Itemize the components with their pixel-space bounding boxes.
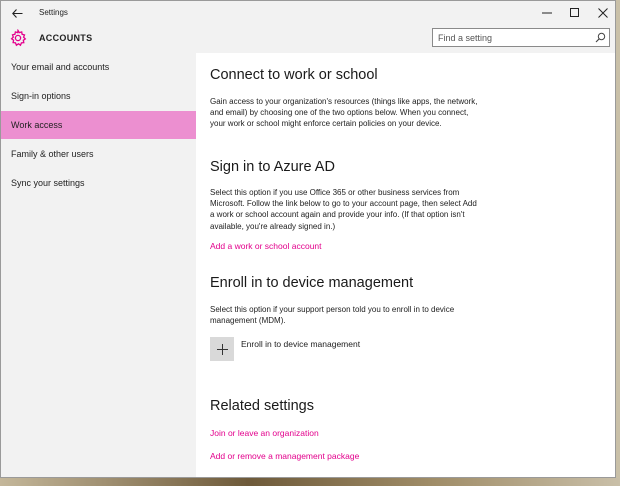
desktop-background-bottom — [0, 478, 620, 486]
minimize-icon[interactable] — [533, 1, 561, 25]
desktop-background-right — [616, 0, 620, 486]
sidebar: Your email and accounts Sign-in options … — [1, 53, 196, 477]
sidebar-item-family-other-users[interactable]: Family & other users — [1, 140, 196, 168]
connect-description: Gain access to your organization's resou… — [210, 97, 478, 129]
heading-azure: Sign in to Azure AD — [210, 159, 335, 175]
heading-related-settings: Related settings — [210, 398, 314, 414]
window-title: Settings — [39, 8, 68, 17]
azure-description: Select this option if you use Office 365… — [210, 188, 477, 231]
search-icon[interactable] — [595, 32, 606, 43]
header-bar: ACCOUNTS — [1, 25, 615, 53]
enroll-description: Select this option if your support perso… — [210, 305, 455, 326]
add-work-school-account-link[interactable]: Add a work or school account — [210, 241, 322, 251]
sidebar-item-sync-settings[interactable]: Sync your settings — [1, 169, 196, 197]
plus-icon — [210, 337, 234, 361]
search-box[interactable] — [432, 28, 610, 47]
sidebar-item-sign-in-options[interactable]: Sign-in options — [1, 82, 196, 110]
gear-icon — [9, 28, 27, 47]
heading-enroll: Enroll in to device management — [210, 275, 414, 291]
back-arrow-icon[interactable] — [7, 1, 27, 25]
add-remove-management-package-link[interactable]: Add or remove a management package — [210, 451, 359, 461]
sidebar-item-work-access[interactable]: Work access — [1, 111, 196, 139]
title-bar: Settings — [1, 1, 615, 25]
close-icon[interactable] — [589, 1, 615, 25]
join-leave-organization-link[interactable]: Join or leave an organization — [210, 428, 319, 438]
maximize-icon[interactable] — [561, 1, 589, 25]
section-title: ACCOUNTS — [39, 33, 93, 43]
main-content: Connect to work or school Gain access to… — [196, 53, 615, 477]
settings-window: Settings ACCOUNTS Your — [0, 0, 616, 478]
search-input[interactable] — [438, 31, 588, 44]
heading-connect: Connect to work or school — [210, 67, 378, 83]
enroll-button-label: Enroll in to device management — [241, 339, 361, 349]
sidebar-item-email-accounts[interactable]: Your email and accounts — [1, 53, 196, 81]
